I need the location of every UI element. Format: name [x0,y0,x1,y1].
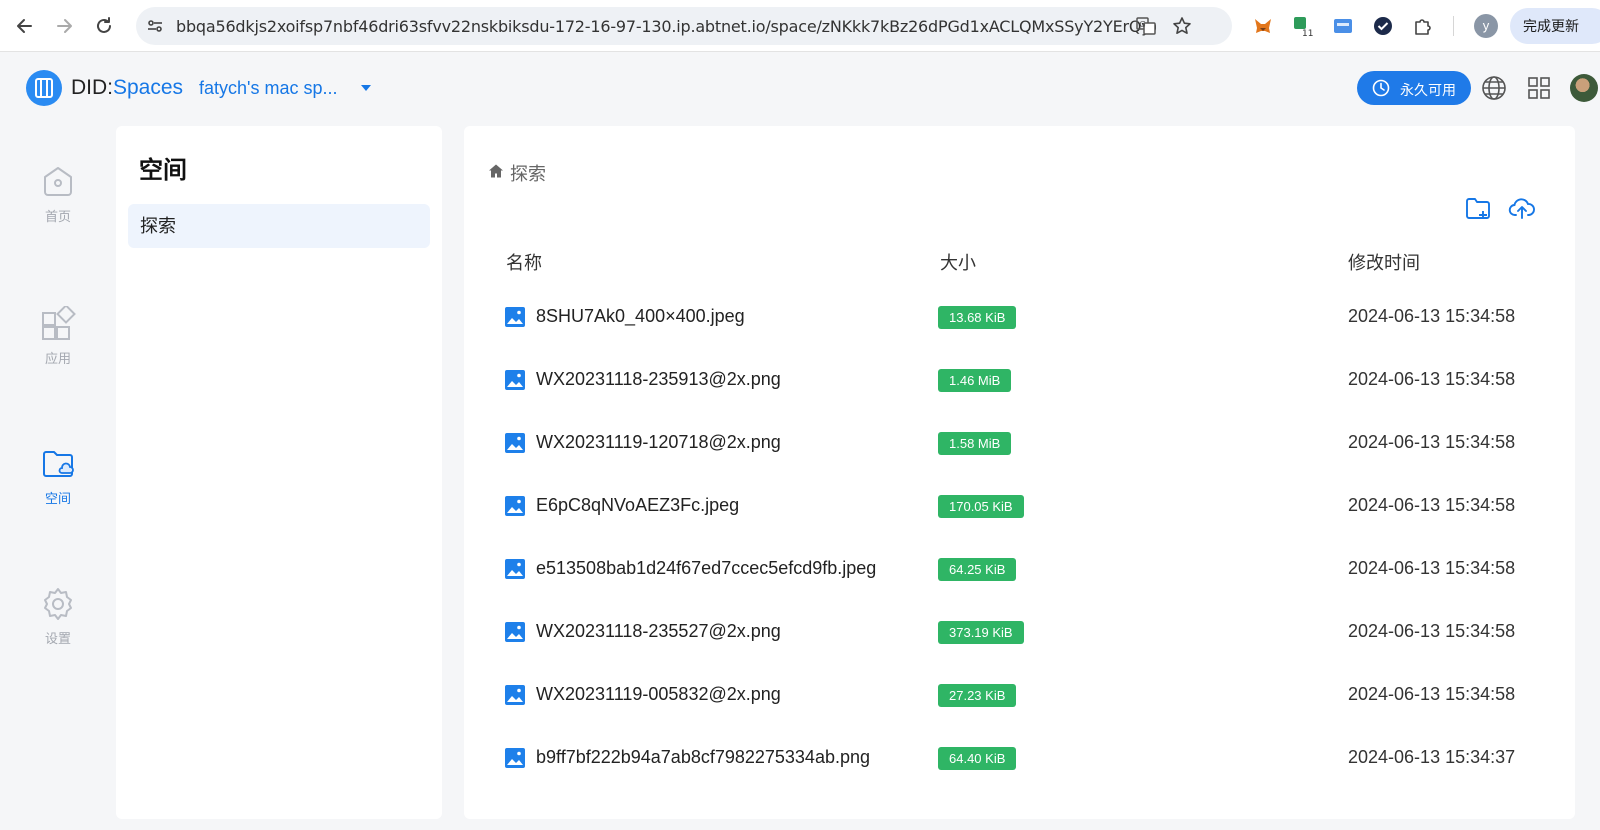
image-file-icon [505,748,525,768]
logo-icon [35,78,53,98]
file-modified-time: 2024-06-13 15:34:58 [1348,495,1516,515]
update-button[interactable]: 完成更新 [1510,8,1600,44]
column-header-size[interactable]: 大小 [940,249,976,275]
space-selector[interactable]: fatych's mac sp... [199,78,337,99]
rail-item-settings[interactable]: 设置 [18,586,98,676]
new-folder-icon[interactable] [1464,194,1492,222]
table-row[interactable]: WX20231119-120718@2x.png 1.58 MiB 2024-06-… [504,413,1544,475]
file-size-badge: 170.05 KiB [938,495,1024,518]
rail-label: 首页 [44,209,71,224]
rail-item-home[interactable]: 首页 [18,164,98,254]
rail-item-space[interactable]: 空间 [18,446,98,536]
address-bar[interactable]: bbqa56dkjs2xoifsp7nbf46dri63sfvv22nskbik… [136,7,1232,45]
reload-button[interactable] [91,13,117,39]
home-icon [44,167,72,196]
image-file-icon [505,307,525,327]
profile-avatar[interactable]: y [1474,14,1498,38]
svg-text:11: 11 [1302,29,1313,37]
breadcrumb-current[interactable]: 探索 [510,160,546,186]
file-size-badge: 64.40 KiB [938,747,1017,770]
file-name[interactable]: WX20231119-005832@2x.png [536,684,781,705]
file-size-badge: 1.46 MiB [938,369,1012,392]
table-row[interactable]: WX20231118-235913@2x.png 1.46 MiB 2024-06-… [504,350,1544,412]
user-avatar[interactable] [1570,74,1598,102]
file-name[interactable]: WX20231118-235527@2x.png [536,621,781,642]
image-file-icon [505,685,525,705]
file-modified-time: 2024-06-13 15:34:58 [1348,621,1516,641]
app-header: DID:Spaces fatych's mac sp... 永久可用 [0,52,1600,124]
image-file-icon [505,496,525,516]
did-spaces-logo[interactable] [26,70,62,106]
file-name[interactable]: WX20231118-235913@2x.png [536,369,781,390]
file-modified-time: 2024-06-13 15:34:58 [1348,306,1516,326]
rail-label: 设置 [44,631,71,646]
file-modified-time: 2024-06-13 15:34:58 [1348,369,1516,389]
table-row[interactable]: WX20231118-235527@2x.png 373.19 KiB 2024-0… [504,602,1544,664]
file-name[interactable]: b9ff7bf222b94a7ab8cf7982275334ab.png [536,747,870,768]
subscription-status-button[interactable]: 永久可用 [1357,71,1471,105]
rail-item-apps[interactable]: 应用 [18,306,98,396]
file-name[interactable]: 8SHU7Ak0_400×400.jpeg [536,306,745,327]
panel-title: 空间 [139,157,187,184]
table-row[interactable]: E6pC8qNVoAEZ3Fc.jpeg 170.05 KiB 2024-06-13… [504,476,1544,538]
puzzle-extensions-icon[interactable] [1412,15,1434,37]
globe-icon[interactable] [1481,75,1507,101]
translate-icon[interactable]: G [1136,16,1156,36]
grid-apps-icon[interactable] [1526,75,1552,101]
file-explorer: 探索 名称 大小 修改时间 8SHU7Ak0_400×400.jpeg 13.68… [464,126,1575,819]
rail-label: 空间 [44,491,71,506]
toolbar-divider [1453,16,1454,36]
clock-icon [1372,79,1390,97]
apps-icon [42,306,76,340]
file-name[interactable]: e513508bab1d24f67ed7ccec5efcd9fb.jpeg [536,558,876,579]
browser-toolbar: bbqa56dkjs2xoifsp7nbf46dri63sfvv22nskbik… [0,0,1600,52]
arrow-left-icon [17,19,32,33]
home-icon[interactable] [488,163,504,179]
file-modified-time: 2024-06-13 15:34:37 [1348,747,1516,767]
file-name[interactable]: WX20231119-120718@2x.png [536,432,781,453]
column-header-modified[interactable]: 修改时间 [1348,249,1420,275]
url-text[interactable]: bbqa56dkjs2xoifsp7nbf46dri63sfvv22nskbik… [176,17,1156,36]
file-size-badge: 64.25 KiB [938,558,1017,581]
panel-item-explore[interactable]: 探索 [128,204,430,248]
metamask-extension-icon[interactable] [1252,15,1274,37]
upload-cloud-icon[interactable] [1508,194,1536,222]
table-row[interactable]: WX20231119-005832@2x.png 27.23 KiB 2024-06… [504,665,1544,727]
file-name[interactable]: E6pC8qNVoAEZ3Fc.jpeg [536,495,739,516]
svg-text:G: G [1140,20,1146,29]
file-modified-time: 2024-06-13 15:34:58 [1348,684,1516,704]
app-logo-text: DID:Spaces [71,76,184,99]
column-header-name[interactable]: 名称 [506,249,542,275]
back-button[interactable] [12,13,38,39]
extension-icon[interactable]: 11 [1292,15,1314,37]
space-nav-panel: 空间 探索 [116,126,442,819]
forward-button[interactable] [51,13,77,39]
image-file-icon [505,370,525,390]
file-modified-time: 2024-06-13 15:34:58 [1348,432,1516,452]
image-file-icon [505,559,525,579]
image-file-icon [505,433,525,453]
arrow-right-icon [57,19,72,33]
table-row[interactable]: 8SHU7Ak0_400×400.jpeg 13.68 KiB 2024-06-13… [504,287,1544,349]
image-file-icon [505,622,525,642]
settings-gear-icon [44,588,72,620]
left-rail: 首页 应用 空间 设置 [0,124,116,824]
check-extension-icon[interactable] [1372,15,1394,37]
file-size-badge: 27.23 KiB [938,684,1017,707]
site-settings-icon[interactable] [146,17,164,35]
subscription-status-label: 永久可用 [1400,82,1456,98]
table-row[interactable]: e513508bab1d24f67ed7ccec5efcd9fb.jpeg 64.… [504,539,1544,601]
table-row[interactable]: b9ff7bf222b94a7ab8cf7982275334ab.png 64.4… [504,728,1544,790]
file-size-badge: 373.19 KiB [938,621,1024,644]
rail-label: 应用 [44,351,71,366]
reload-icon [97,17,111,33]
card-extension-icon[interactable] [1332,15,1354,37]
bookmark-star-icon[interactable] [1172,16,1192,36]
file-size-badge: 1.58 MiB [938,432,1012,455]
space-icon [43,451,74,477]
file-modified-time: 2024-06-13 15:34:58 [1348,558,1516,578]
chevron-down-icon[interactable] [361,85,371,91]
file-size-badge: 13.68 KiB [938,306,1017,329]
